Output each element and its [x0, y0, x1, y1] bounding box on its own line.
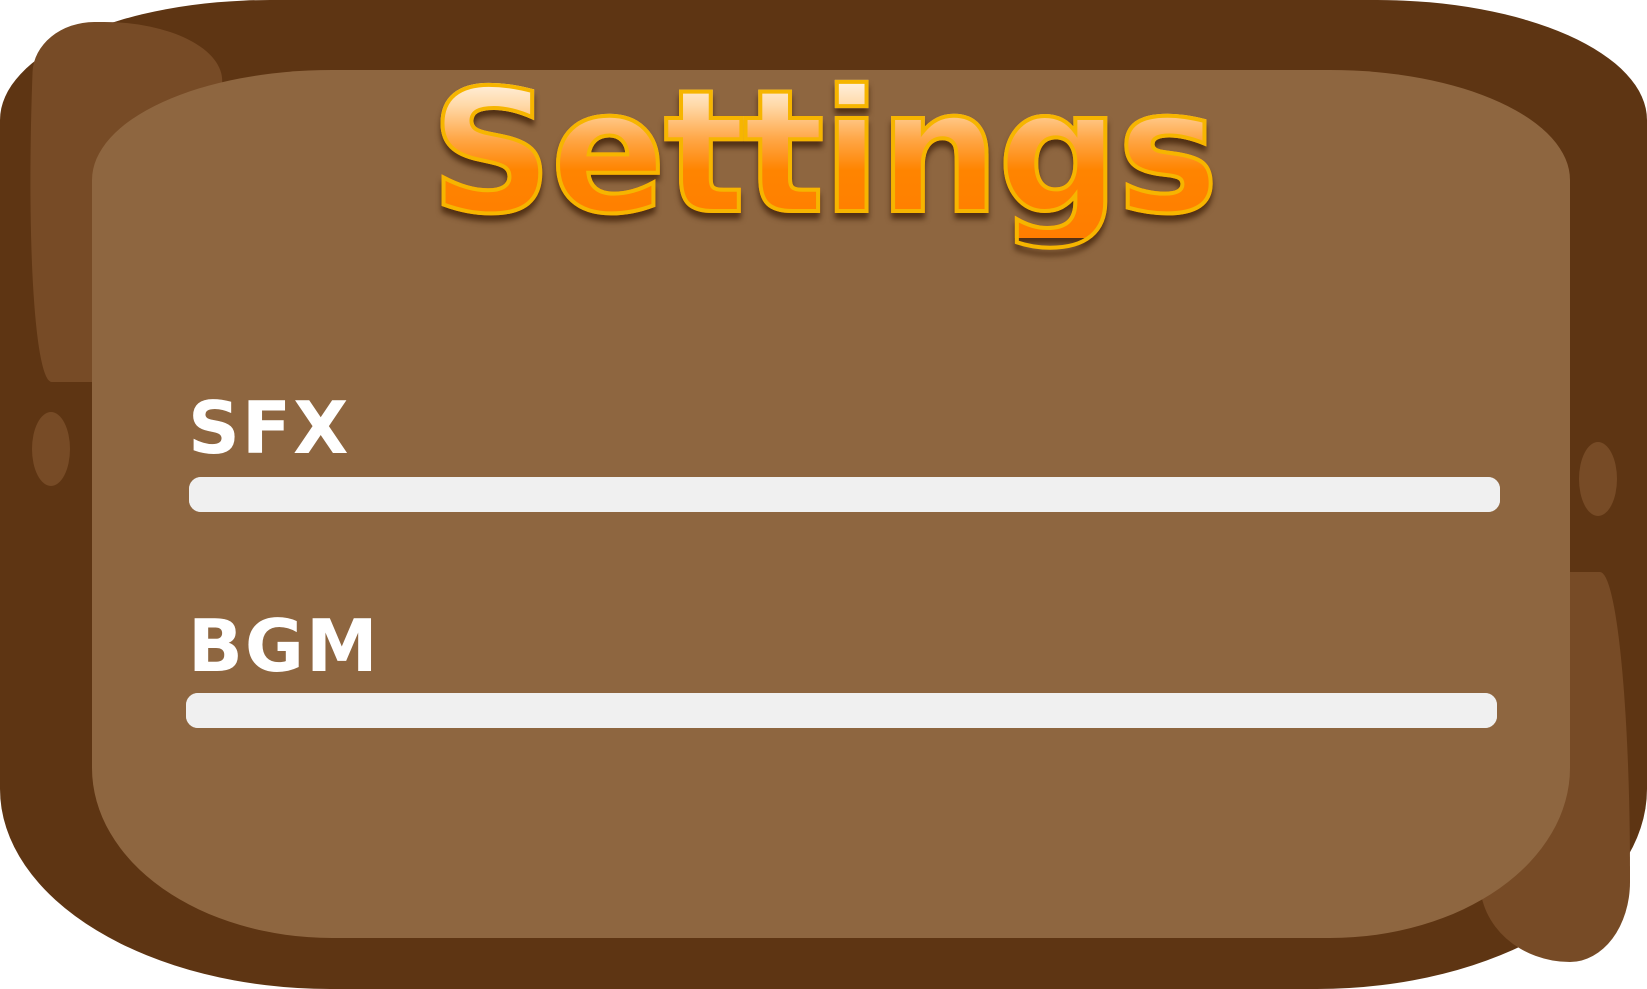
frame-rivet-left [32, 412, 70, 486]
bgm-label: BGM [188, 604, 380, 688]
settings-title: Settings [0, 66, 1647, 240]
bgm-volume-slider[interactable] [186, 693, 1497, 728]
sfx-volume-slider[interactable] [189, 477, 1500, 512]
frame-rivet-right [1579, 442, 1617, 516]
sfx-label: SFX [188, 386, 351, 470]
bgm-volume-fill [186, 693, 1497, 728]
sfx-volume-fill [189, 477, 1500, 512]
